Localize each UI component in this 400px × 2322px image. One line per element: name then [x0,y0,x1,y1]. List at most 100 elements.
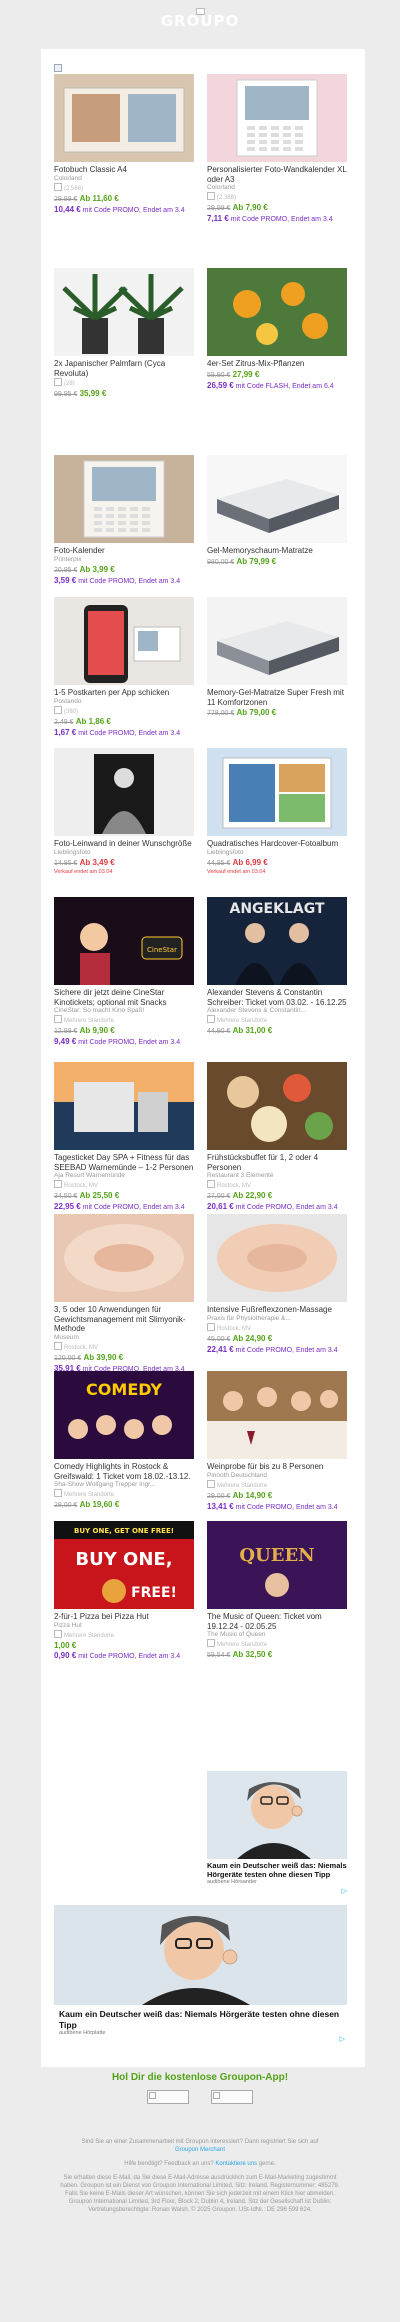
deal-card[interactable]: Weinprobe für bis zu 8 Personen Pinnoth D… [207,1371,347,1513]
deal-image[interactable] [54,748,194,836]
deal-title[interactable]: Comedy Highlights in Rostock & Greifswal… [54,1462,194,1481]
deal-card[interactable]: 1-5 Postkarten per App schicken Postando(… [54,597,194,739]
deal-rating: Rostock, MV [207,1180,347,1190]
deal-image[interactable]: QUEEN [207,1521,347,1609]
deal-card[interactable]: Fotobuch Classic A4 Colorland (2.568) 29,99… [54,74,194,216]
deal-card[interactable]: Frühstücksbuffet für 1, 2 oder 4 Persone… [207,1062,347,1213]
deal-merchant: Colorland [54,174,82,182]
adchoices-icon[interactable]: ▷ [340,2035,345,2043]
app-download-heading[interactable]: Hol Dir die kostenlose Groupon-App! [0,2072,400,2083]
deal-title[interactable]: Frühstücksbuffet für 1, 2 oder 4 Persone… [207,1153,347,1172]
deal-title[interactable]: 3, 5 oder 10 Anwendungen für Gewichtsman… [54,1305,194,1334]
contact-link[interactable]: Kontaktiere uns [215,2161,257,2167]
deal-merchant: The Music of Queen [207,1631,266,1638]
deal-card[interactable]: Tagesticket Day SPA + Fitness für das SE… [54,1062,194,1213]
deal-card[interactable]: QUEEN The Music of Queen: Ticket vom 19.1… [207,1521,347,1661]
deal-rating: (28) [54,378,194,388]
google-play-badge[interactable] [211,2090,253,2104]
deal-card[interactable]: Memory-Gel-Matratze Super Fresh mit 11 K… [207,597,347,719]
deal-card[interactable]: Foto-Leinwand in deiner Wunschgröße Liebl… [54,748,194,876]
deal-image[interactable]: ANGEKLAGT [207,897,347,985]
deal-image[interactable] [54,268,194,356]
deal-title[interactable]: Sichere dir jetzt deine CineStar Kinotic… [54,988,194,1007]
deal-title[interactable]: Gel-Memoryschaum-Matratze [207,546,347,556]
deal-title[interactable]: Foto-Leinwand in deiner Wunschgröße [54,839,194,849]
deal-image[interactable] [207,748,347,836]
deal-price-row: 778,00 € Ab 79,00 € [207,707,347,719]
deal-image[interactable] [207,597,347,685]
deal-title[interactable]: Memory-Gel-Matratze Super Fresh mit 11 K… [207,688,347,707]
deal-image[interactable] [54,1062,194,1150]
deal-promo-text: mit Code PROMO, Endet am 3.4 [82,206,185,214]
deal-image[interactable] [54,74,194,162]
email-footer: Hol Dir die kostenlose Groupon-App! Sind… [0,2067,400,2214]
deal-rating: Mehrere Standorte [207,1015,347,1025]
deal-title[interactable]: 2x Japanischer Palmfarn (Cyca Revoluta) [54,359,194,378]
deal-title[interactable]: Fotobuch Classic A4 [54,165,194,175]
deal-card[interactable]: COMEDY Comedy Highlights in Rostock & Gre… [54,1371,194,1511]
deal-image[interactable]: CineStar [54,897,194,985]
deal-image[interactable]: COMEDY [54,1371,194,1459]
deal-price-row: 44,90 € Ab 31,00 € [207,1025,347,1037]
deal-image[interactable] [54,597,194,685]
deal-card[interactable]: Foto-Kalender Printerpix 20,95 € Ab 3,99 €… [54,455,194,587]
deal-card[interactable]: 2x Japanischer Palmfarn (Cyca Revoluta)(… [54,268,194,400]
deal-image[interactable] [207,1214,347,1302]
deal-original-price: 59,90 € [207,371,231,379]
deal-title[interactable]: 4er-Set Zitrus-Mix-Pflanzen [207,359,347,369]
deal-card[interactable]: ANGEKLAGT Alexander Stevens & Constantin … [207,897,347,1037]
ad-block-large[interactable]: Kaum ein Deutscher weiß das: Niemals Hör… [54,1905,347,2055]
deal-card[interactable]: Intensive Fußreflexzonen-Massage Praxis f… [207,1214,347,1356]
merchant-link[interactable]: Groupon Merchant [175,2147,225,2153]
deal-promo-price: 13,41 € [207,1501,234,1511]
app-store-badges [0,2090,400,2104]
deal-price-row: 59,90 € 27,99 € [207,369,347,381]
deal-original-price: 27,00 € [207,1193,231,1200]
deal-title[interactable]: 2-für-1 Pizza bei Pizza Hut [54,1612,194,1622]
deal-image[interactable] [207,455,347,543]
deal-title[interactable]: 1-5 Postkarten per App schicken [54,688,194,698]
app-store-badge[interactable] [147,2090,189,2104]
deal-title[interactable]: Tagesticket Day SPA + Fitness für das SE… [54,1153,194,1172]
deal-title[interactable]: Weinprobe für bis zu 8 Personen [207,1462,347,1472]
adchoices-icon[interactable]: ▷ [342,1887,347,1895]
deal-price: Ab 11,60 € [79,193,119,203]
ad-block-small[interactable]: Kaum ein Deutscher weiß das: Niemals Hör… [207,1771,347,1895]
deal-image[interactable] [207,1371,347,1459]
deal-image[interactable] [54,455,194,543]
deal-card[interactable]: 4er-Set Zitrus-Mix-Pflanzen 59,90 € 27,99… [207,268,347,392]
deal-title[interactable]: Intensive Fußreflexzonen-Massage [207,1305,347,1315]
deal-image[interactable]: BUY ONE, GET ONE FREE! BUY ONE, FREE! [54,1521,194,1609]
deal-price: Ab 22,90 € [232,1191,273,1200]
deal-promo: 1,67 € mit Code PROMO, Endet am 3.4 [54,728,194,739]
deal-original-price: 778,00 € [207,710,235,717]
ad-title[interactable]: Kaum ein Deutscher weiß das: Niemals Hör… [54,2009,347,2030]
deal-card[interactable]: Quadratisches Hardcover-Fotoalbum Lieblin… [207,748,347,876]
deal-promo-price: 3,59 € [54,575,77,585]
ad-title[interactable]: Kaum ein Deutscher weiß das: Niemals Hör… [207,1861,347,1879]
deal-card[interactable]: 3, 5 oder 10 Anwendungen für Gewichtsman… [54,1214,194,1375]
deal-promo-price: 9,49 € [54,1037,77,1046]
deal-price: Ab 3,99 € [79,564,115,574]
deal-image[interactable] [207,268,347,356]
deal-card[interactable]: Gel-Memoryschaum-Matratze 980,00 € Ab 79,… [207,455,347,568]
deal-card[interactable]: CineStar Sichere dir jetzt deine CineStar… [54,897,194,1048]
deal-card[interactable]: Personalisierter Foto-Wandkalender XL od… [207,74,347,225]
deal-image[interactable] [54,1214,194,1302]
deal-title[interactable]: Foto-Kalender [54,546,194,556]
deal-title[interactable]: Quadratisches Hardcover-Fotoalbum [207,839,347,849]
deal-rating: (380) [54,706,194,716]
deal-image[interactable] [207,1062,347,1150]
deal-image[interactable] [207,74,347,162]
deal-title[interactable]: The Music of Queen: Ticket vom 19.12.24 … [207,1612,347,1631]
deal-price: Ab 19,60 € [79,1500,120,1509]
deal-price-row: 44,95 € Ab 6,99 € [207,857,347,869]
deal-rating: Mehrere Standorte [207,1480,347,1490]
deal-promo: 22,95 € mit Code PROMO, Endet am 3.4 [54,1202,194,1213]
deal-title[interactable]: Personalisierter Foto-Wandkalender XL od… [207,165,347,184]
deal-title[interactable]: Alexander Stevens & Constantin Schreiber… [207,988,347,1007]
deal-merchant: Sha-Show Wolfgang Trepper Ingr... [54,1481,156,1488]
groupon-logo[interactable]: GROUPO [0,13,400,29]
deal-card[interactable]: BUY ONE, GET ONE FREE! BUY ONE, FREE! 2-für… [54,1521,194,1662]
ad-image [207,1771,347,1859]
